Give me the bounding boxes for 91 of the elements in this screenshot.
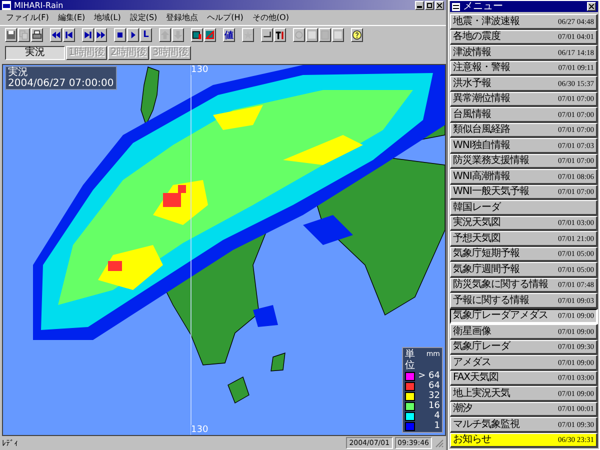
- item-label: 注意報・警報: [453, 62, 510, 74]
- menu-item[interactable]: 地域(L): [94, 12, 121, 24]
- prev-button[interactable]: [63, 28, 75, 42]
- layer-button[interactable]: [191, 28, 203, 42]
- item-label: 潮汐: [453, 403, 472, 414]
- legend-label: > 64: [418, 372, 440, 381]
- save-icon: [6, 30, 16, 40]
- print-icon: [32, 30, 42, 40]
- item-label: 気象庁レーダ: [453, 341, 510, 352]
- item-label: 予報に関する情報: [453, 294, 529, 306]
- menu-item[interactable]: その他(O): [252, 12, 289, 24]
- last-icon: [96, 30, 106, 40]
- maximize-icon: [427, 2, 432, 8]
- item-label: 実況天気図: [453, 217, 500, 228]
- item-label: 津波情報: [453, 46, 491, 58]
- save-button[interactable]: [5, 28, 17, 42]
- legend-label: 1: [433, 422, 440, 431]
- item-label: 気象庁短期予報: [453, 248, 520, 260]
- prev-icon: [64, 30, 74, 40]
- time-tab[interactable]: 実況: [5, 46, 65, 60]
- item-label: FAX天気図: [453, 372, 499, 384]
- up-icon: [160, 30, 170, 40]
- status-message: ﾚﾃﾞｨ: [2, 438, 19, 448]
- item-label: 予想天気図: [453, 232, 500, 244]
- stop-button[interactable]: [114, 28, 126, 42]
- help-button[interactable]: [351, 28, 363, 42]
- item-label: 地震・津波速報: [453, 16, 520, 27]
- menu-item[interactable]: 編集(E): [58, 12, 86, 24]
- menu-item[interactable]: 設定(S): [130, 12, 158, 24]
- resize-grip-icon[interactable]: [434, 438, 444, 448]
- close-icon: [437, 2, 442, 8]
- legend-label: 32: [428, 392, 440, 401]
- window-title: MIHARI-Rain: [14, 0, 64, 10]
- panel-title: メニュー: [463, 1, 503, 12]
- print-button[interactable]: [31, 28, 43, 42]
- app-icon: [2, 0, 11, 10]
- menu-panel-item[interactable]: 韓国レーダ: [450, 200, 598, 216]
- item-label: マルチ気象監視: [453, 418, 520, 430]
- item-label: 衛星画像: [453, 326, 491, 337]
- item-label: 台風情報: [453, 108, 491, 120]
- legend-label: 4: [433, 412, 440, 421]
- down-icon: [173, 30, 183, 40]
- first-icon: [51, 30, 61, 40]
- item-label: お知らせ: [453, 434, 491, 446]
- close-button[interactable]: [587, 2, 596, 11]
- menu-icon: [452, 2, 460, 10]
- tool-button[interactable]: [274, 28, 286, 42]
- play-button[interactable]: [127, 28, 139, 42]
- close-icon: [589, 4, 594, 9]
- item-label: 類似台風経路: [453, 124, 510, 136]
- toolbar-button[interactable]: 値: [223, 28, 235, 42]
- item-label: WNI高潮情報: [453, 170, 510, 182]
- menu-item[interactable]: ヘルプ(H): [207, 12, 244, 24]
- item-label: 地上実況天気: [453, 388, 510, 399]
- item-label: アメダス: [453, 356, 491, 368]
- legend-title: 単位: [405, 348, 415, 371]
- maximize-button[interactable]: [425, 0, 434, 10]
- item-label: 各地の震度: [453, 31, 500, 42]
- item-label: 異常潮位情報: [453, 93, 510, 104]
- menu-item[interactable]: 登録地点: [166, 12, 198, 24]
- overlay-time: 2004/06/27 07:00:00: [8, 78, 114, 89]
- blank-icon: [307, 30, 317, 40]
- longitude-label: 130: [191, 424, 208, 435]
- stop-icon: [115, 30, 125, 40]
- item-label: 気象庁週間予報: [453, 264, 520, 275]
- toolbar-button[interactable]: L: [140, 28, 152, 42]
- item-label: 気象庁レーダアメダス: [453, 310, 548, 322]
- copy-icon: [19, 30, 29, 40]
- blank-icon: [333, 30, 343, 40]
- item-label: 洪水予報: [453, 78, 491, 89]
- item-label: WNI独自情報: [453, 140, 510, 151]
- circle-icon: [294, 30, 304, 40]
- legend-label: 64: [428, 382, 440, 391]
- next-button[interactable]: [82, 28, 94, 42]
- menu-item[interactable]: ファイル(F): [6, 12, 49, 24]
- legend-label: 16: [428, 402, 440, 411]
- overlay-title: 実況: [8, 66, 29, 78]
- triangle-button[interactable]: [204, 28, 216, 42]
- item-label: 防災業務支援情報: [453, 155, 529, 166]
- close-button[interactable]: [435, 0, 444, 10]
- item-label: WNI一般天気予報: [453, 186, 529, 198]
- item-label: 韓国レーダ: [453, 202, 500, 213]
- minimize-button[interactable]: [415, 0, 424, 10]
- help-icon: [352, 30, 362, 40]
- first-button[interactable]: [50, 28, 62, 42]
- longitude-label: 130: [191, 64, 208, 75]
- next-icon: [83, 30, 93, 40]
- star-icon: [243, 30, 253, 40]
- enter-button[interactable]: [261, 28, 273, 42]
- last-button[interactable]: [95, 28, 107, 42]
- item-label: 防災気象に関する情報: [453, 279, 548, 290]
